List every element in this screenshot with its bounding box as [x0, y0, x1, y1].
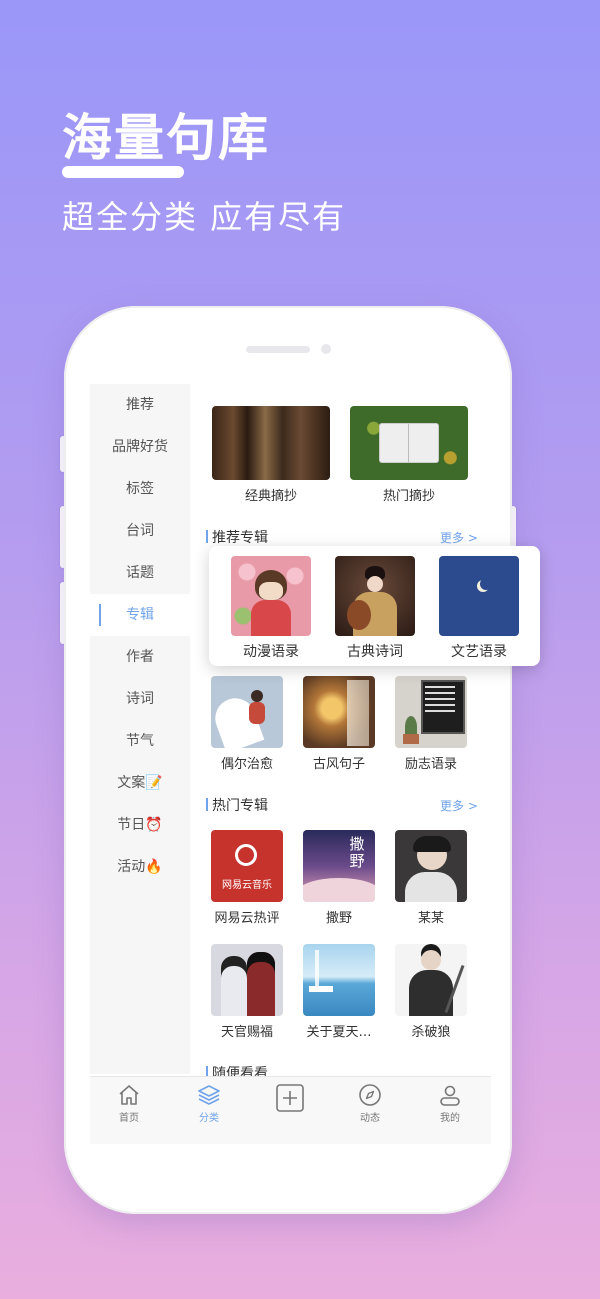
- user-icon: [440, 1085, 460, 1106]
- category-sidebar: 推荐 品牌好货 标签 台词 话题 专辑 作者 诗词 节气 文案📝 节日⏰ 活动🔥: [90, 384, 190, 1074]
- sidebar-item-tags[interactable]: 标签: [90, 468, 190, 510]
- recommended-popup-card: 动漫语录 古典诗词 文艺语录: [209, 546, 540, 666]
- recommended-more-link[interactable]: 更多 >: [440, 529, 478, 546]
- moon-photo: [439, 556, 519, 636]
- sidebar-item-lines[interactable]: 台词: [90, 510, 190, 552]
- sidebar-item-authors[interactable]: 作者: [90, 636, 190, 678]
- tab-category[interactable]: 分类: [179, 1083, 239, 1124]
- hug-illustration: [211, 676, 283, 748]
- sidebar-item-events[interactable]: 活动🔥: [90, 846, 190, 888]
- album-card-sa-ye[interactable]: 撒野 撒野: [303, 830, 375, 926]
- album-card-netease[interactable]: 网易云音乐 网易云热评: [211, 830, 283, 926]
- album-card-mou-mou[interactable]: 某某: [395, 830, 467, 926]
- sidebar-item-recommend[interactable]: 推荐: [90, 384, 190, 426]
- couple-illustration: [211, 944, 283, 1016]
- fire-icon: 🔥: [145, 859, 163, 875]
- album-card-classical-poetry[interactable]: 古典诗词: [335, 556, 415, 661]
- compass-icon: [359, 1084, 381, 1106]
- album-card-summer[interactable]: 关于夏天…: [303, 944, 375, 1040]
- sidebar-item-copywriting[interactable]: 文案📝: [90, 762, 190, 804]
- bottom-tab-bar: 首页 分类 动态 我的: [90, 1076, 491, 1144]
- album-card-anime[interactable]: 动漫语录: [231, 556, 311, 661]
- tab-profile[interactable]: 我的: [420, 1083, 480, 1124]
- netease-music-logo: 网易云音乐: [211, 830, 283, 902]
- open-book-photo: [350, 406, 468, 480]
- phone-speaker: [246, 346, 310, 353]
- boy-portrait-illustration: [395, 830, 467, 902]
- album-card-ancient-style[interactable]: 古风句子: [303, 676, 375, 772]
- letter-board-photo: [395, 676, 467, 748]
- books-photo: [212, 406, 330, 480]
- album-card-literary[interactable]: 文艺语录: [439, 556, 519, 661]
- album-card-motivation[interactable]: 励志语录: [395, 676, 467, 772]
- lantern-photo: [303, 676, 375, 748]
- tab-feed[interactable]: 动态: [340, 1083, 400, 1124]
- memo-icon: 📝: [145, 775, 163, 791]
- sidebar-item-brand-goods[interactable]: 品牌好货: [90, 426, 190, 468]
- plus-square-icon: [276, 1084, 304, 1112]
- section-title-recommended: 推荐专辑: [206, 527, 268, 547]
- tab-create[interactable]: [260, 1083, 320, 1115]
- anime-girl-photo: [231, 556, 311, 636]
- section-title-hot: 热门专辑: [206, 795, 268, 815]
- album-card-classic-excerpts[interactable]: 经典摘抄: [212, 406, 330, 504]
- album-card-sha-po-lang[interactable]: 杀破狼: [395, 944, 467, 1040]
- sidebar-item-albums[interactable]: 专辑: [90, 594, 190, 636]
- hot-more-link[interactable]: 更多 >: [440, 797, 478, 814]
- sidebar-item-solar-terms[interactable]: 节气: [90, 720, 190, 762]
- sidebar-item-topics[interactable]: 话题: [90, 552, 190, 594]
- home-icon: [119, 1085, 139, 1105]
- promo-headline: 海量句库: [62, 109, 270, 167]
- album-card-healing[interactable]: 偶尔治愈: [211, 676, 283, 772]
- starry-sky-illustration: 撒野: [303, 830, 375, 902]
- sidebar-item-festivals[interactable]: 节日⏰: [90, 804, 190, 846]
- tab-home[interactable]: 首页: [99, 1083, 159, 1124]
- phone-camera: [321, 344, 331, 354]
- promo-subline: 超全分类 应有尽有: [62, 198, 347, 236]
- swordsman-illustration: [395, 944, 467, 1016]
- classical-lady-photo: [335, 556, 415, 636]
- album-card-hot-excerpts[interactable]: 热门摘抄: [350, 406, 468, 504]
- sidebar-item-poetry[interactable]: 诗词: [90, 678, 190, 720]
- app-screen: 推荐 品牌好货 标签 台词 话题 专辑 作者 诗词 节气 文案📝 节日⏰ 活动🔥…: [90, 384, 491, 1144]
- layers-icon: [198, 1085, 220, 1105]
- summer-sea-illustration: [303, 944, 375, 1016]
- alarm-clock-icon: ⏰: [145, 817, 163, 833]
- headline-underline: [62, 166, 184, 178]
- album-card-tian-guan[interactable]: 天官赐福: [211, 944, 283, 1040]
